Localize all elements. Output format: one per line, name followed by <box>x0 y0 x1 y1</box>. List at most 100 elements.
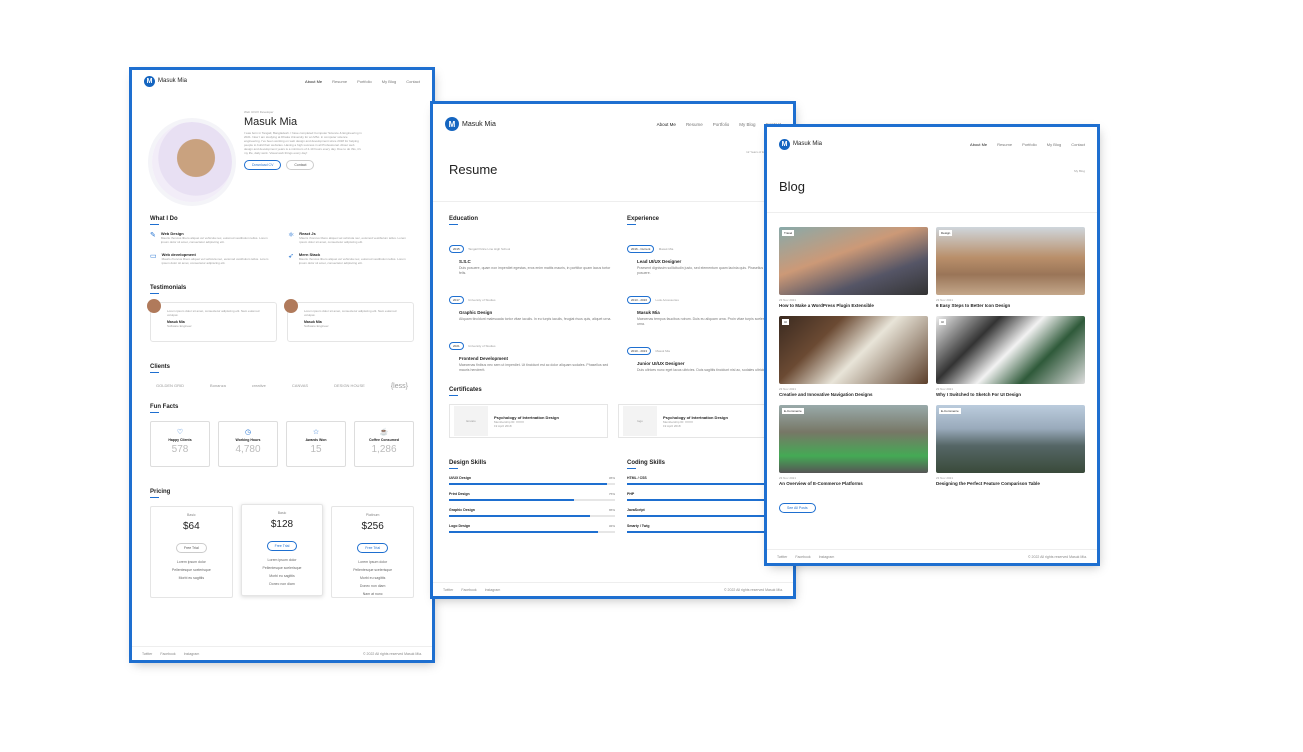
feature-desc: Mauris rhoncus libero aliquet vel vehicu… <box>298 257 406 265</box>
contact-button[interactable]: Contact <box>286 160 315 170</box>
footer-link-facebook[interactable]: Facebook <box>160 652 175 656</box>
menu-blog[interactable]: My Blog <box>1047 142 1061 147</box>
plan-feature: Lorem ipsum dolor <box>267 558 297 562</box>
fact-value: 578 <box>171 444 189 455</box>
post-title[interactable]: An Overview of E-Commerce Platforms <box>779 481 928 486</box>
menu-about[interactable]: About Me <box>657 122 676 127</box>
post-image: UI <box>779 316 928 384</box>
fact-card: ♡ Happy Clients 578 <box>150 421 210 467</box>
menu-blog[interactable]: My Blog <box>739 122 755 127</box>
feature-desc: Mauris rhoncus libero aliquet vel vehicu… <box>299 236 406 244</box>
testimonial-text: Lorem ipsum dolor sit amet, consectetur … <box>167 309 260 317</box>
blog-post-card[interactable]: Travel 23 Nov 2021 How to Make a WordPress… <box>779 227 928 308</box>
testimonial-card: Lorem ipsum dolor sit amet, consectetur … <box>147 299 277 342</box>
timeline-place: Tangail Police Line High School <box>468 247 511 251</box>
home-logo[interactable]: M Masuk Mia <box>144 75 187 87</box>
design-skills-column: Design Skills UI/UX Design 95% Print Desi… <box>449 446 615 533</box>
post-title[interactable]: Why I Switched to Sketch For UI Design <box>936 392 1085 397</box>
menu-contact[interactable]: Contact <box>765 122 781 127</box>
testimonials-row: Lorem ipsum dolor sit amet, consectetur … <box>132 294 432 350</box>
blog-post-card[interactable]: Design 23 Nov 2021 6 Easy Steps to Better … <box>936 227 1085 308</box>
post-category: UI <box>939 319 946 325</box>
footer-link-twitter[interactable]: Twitter <box>142 652 152 656</box>
post-title[interactable]: 6 Easy Steps to Better Icon Design <box>936 303 1085 308</box>
plan-name: Platinum <box>365 513 380 517</box>
skill-name: Graphic Design <box>449 508 475 512</box>
testimonial-role: Software Engineer <box>167 324 192 328</box>
download-cv-button[interactable]: Download CV <box>244 160 282 170</box>
free-trial-button[interactable]: Free Trial <box>175 543 207 553</box>
education-title: Education <box>449 216 479 222</box>
post-title[interactable]: Designing the Perfect Feature Comparison… <box>936 481 1085 486</box>
menu-blog[interactable]: My Blog <box>382 79 396 84</box>
menu-resume[interactable]: Resume <box>686 122 703 127</box>
certificate-title: Psychology of Intertnation Design <box>494 414 559 420</box>
feature-item: ▭ Web development Mauris rhoncus libero al… <box>150 252 276 265</box>
menu-resume[interactable]: Resume <box>997 142 1012 147</box>
free-trial-button[interactable]: Free Trial <box>357 543 389 553</box>
menu-resume[interactable]: Resume <box>332 79 347 84</box>
post-category: Design <box>939 230 953 236</box>
post-category: UI <box>782 319 789 325</box>
menu-about[interactable]: About Me <box>970 142 987 147</box>
resume-logo[interactable]: M Masuk Mia <box>445 117 496 131</box>
blog-post-card[interactable]: E-Commerce 23 Nov 2021 An Overview of E-Co… <box>779 405 928 486</box>
menu-portfolio[interactable]: Portfolio <box>713 122 730 127</box>
plan-feature: Morbi eu sagittis <box>178 576 205 580</box>
post-date: 23 Nov 2021 <box>779 476 797 480</box>
footer-link-facebook[interactable]: Facebook <box>461 588 476 592</box>
facts-row: ♡ Happy Clients 578 ◷ Working Hours 4,780 ☆ A… <box>132 413 432 475</box>
timeline-entry: 2021 University of Studies Frontend Devel… <box>449 334 615 373</box>
blog-post-card[interactable]: UI 23 Nov 2021 Why I Switched to Sketch Fo… <box>936 316 1085 397</box>
skill-item: Graphic Design 85% <box>449 508 615 517</box>
fact-value: 4,780 <box>235 444 261 455</box>
free-trial-button[interactable]: Free Trial <box>266 541 298 551</box>
blog-post-card[interactable]: E-Commerce 23 Nov 2021 Designing the Perfe… <box>936 405 1085 486</box>
footer-link-twitter[interactable]: Twitter <box>443 588 453 592</box>
price-card: Platinum $256 Free Trial Lorem ipsum dolor P… <box>331 506 415 598</box>
resume-page-preview: M Masuk Mia About Me Resume Portfolio My … <box>433 104 793 596</box>
resume-header: Resume 12 Years of Experience <box>433 144 793 202</box>
education-column: Education 2015 Tangail Police Line High … <box>449 202 615 373</box>
timeline-title: Frontend Development <box>459 356 509 361</box>
footer-link-twitter[interactable]: Twitter <box>777 555 787 559</box>
fact-label: Awards Won <box>305 438 327 442</box>
timeline-year: 2015 <box>449 245 464 253</box>
blog-posts-grid: Travel 23 Nov 2021 How to Make a WordPress… <box>767 213 1097 486</box>
post-title[interactable]: Creative and Innovative Navigation Desig… <box>779 392 928 397</box>
footer-link-instagram[interactable]: Instagram <box>819 555 835 559</box>
certificate-card: logo Psychology of Intertnation Design Mem… <box>618 404 777 438</box>
resume-navbar: M Masuk Mia About Me Resume Portfolio My … <box>433 104 793 144</box>
breadcrumb[interactable]: My Blog <box>1074 169 1085 212</box>
blog-logo[interactable]: M Masuk Mia <box>779 138 822 150</box>
certificate-date: 19 April 2018 <box>494 423 512 428</box>
feature-item: ✎ Web Design Mauris rhoncus libero aliquet… <box>150 231 276 244</box>
fact-label: Coffee Consumed <box>369 438 399 442</box>
menu-about[interactable]: About Me <box>305 79 322 84</box>
blog-post-card[interactable]: UI 23 Nov 2021 Creative and Innovative Nav… <box>779 316 928 397</box>
logo-m-icon: M <box>779 138 790 150</box>
menu-portfolio[interactable]: Portfolio <box>357 79 372 84</box>
plan-price: $256 <box>361 521 384 532</box>
footer-link-instagram[interactable]: Instagram <box>184 652 200 656</box>
see-all-posts-button[interactable]: See All Posts <box>779 503 816 513</box>
fact-card: ☆ Awards Won 15 <box>286 421 346 467</box>
menu-contact[interactable]: Contact <box>406 79 420 84</box>
post-date: 23 Nov 2021 <box>936 387 954 391</box>
logo-m-icon: M <box>445 117 459 131</box>
footer-link-instagram[interactable]: Instagram <box>485 588 501 592</box>
plan-feature: Donec non diam <box>359 584 386 588</box>
post-category: E-Commerce <box>939 408 961 414</box>
title-underline <box>449 224 458 225</box>
clock-icon: ◷ <box>244 429 252 436</box>
menu-portfolio[interactable]: Portfolio <box>1022 142 1037 147</box>
post-title[interactable]: How to Make a WordPress Plugin Extensibl… <box>779 303 928 308</box>
timeline-place: University of Studies <box>468 344 496 348</box>
plan-price: $128 <box>270 519 294 530</box>
menu-contact[interactable]: Contact <box>1071 142 1085 147</box>
post-category: Travel <box>782 230 795 236</box>
footer-link-facebook[interactable]: Facebook <box>795 555 810 559</box>
skill-name: JavaScript <box>627 508 645 512</box>
fact-card: ◷ Working Hours 4,780 <box>218 421 278 467</box>
plan-name: Basic <box>277 511 287 515</box>
